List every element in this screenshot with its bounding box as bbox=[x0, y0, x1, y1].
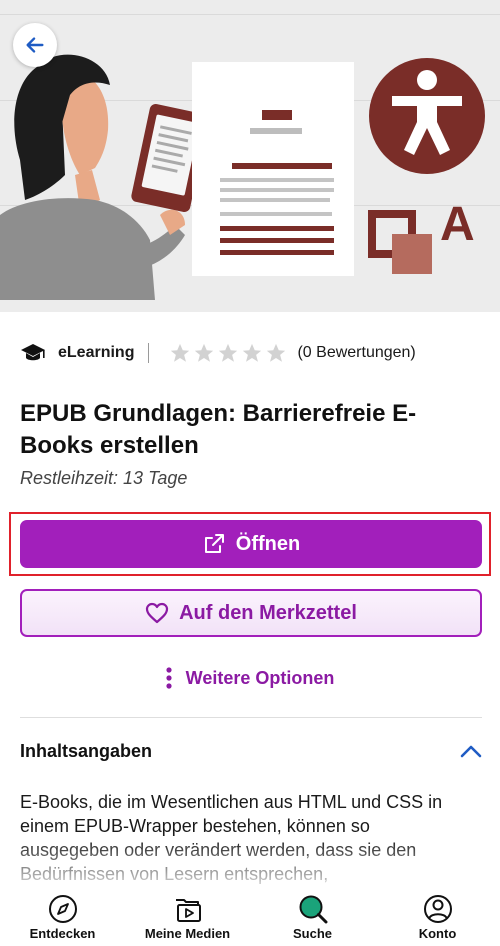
media-meta-row: eLearning (0 Bewertungen) bbox=[20, 338, 416, 368]
heart-icon bbox=[145, 602, 169, 624]
nav-label: Konto bbox=[418, 926, 457, 941]
wishlist-button-label: Auf den Merkzettel bbox=[179, 601, 357, 624]
nav-label: Meine Medien bbox=[144, 926, 231, 941]
nav-label: Suche bbox=[292, 926, 332, 941]
chevron-up-icon bbox=[460, 745, 482, 758]
loan-time: Restleihzeit: 13 Tage bbox=[20, 468, 188, 488]
bottom-navigation: Entdecken Meine Medien Suche Konto bbox=[0, 888, 500, 946]
media-icon bbox=[175, 899, 201, 922]
vertical-dots-icon bbox=[166, 667, 172, 689]
open-button[interactable]: Öffnen bbox=[20, 520, 482, 568]
back-button[interactable] bbox=[13, 23, 57, 67]
section-divider bbox=[20, 717, 482, 718]
star-icon bbox=[267, 343, 286, 362]
description-fade bbox=[0, 838, 500, 894]
star-icon bbox=[195, 343, 214, 362]
rating-stars bbox=[169, 342, 287, 364]
arrow-left-icon bbox=[26, 37, 44, 53]
compass-icon bbox=[48, 895, 77, 923]
star-icon bbox=[243, 343, 262, 362]
external-link-icon bbox=[204, 534, 224, 553]
media-title: EPUB Grundlagen: Barrierefreie E-Books e… bbox=[20, 400, 417, 459]
wishlist-button[interactable]: Auf den Merkzettel bbox=[20, 589, 482, 637]
more-options-label: Weitere Optionen bbox=[185, 667, 335, 688]
media-type-label: eLearning bbox=[58, 344, 135, 361]
hero-image: A bbox=[0, 0, 500, 312]
open-button-label: Öffnen bbox=[235, 532, 301, 555]
nav-item-konto[interactable]: Konto bbox=[375, 888, 500, 946]
svg-text:A: A bbox=[440, 198, 475, 251]
more-options-button[interactable]: Weitere Optionen bbox=[0, 664, 500, 692]
graduation-cap-icon bbox=[21, 344, 45, 361]
nav-item-suche[interactable]: Suche bbox=[250, 888, 375, 946]
search-icon bbox=[299, 895, 327, 924]
hero-illustration: A bbox=[0, 54, 485, 300]
section-title: Inhaltsangaben bbox=[20, 740, 153, 761]
star-icon bbox=[219, 343, 238, 362]
nav-label: Entdecken bbox=[29, 926, 96, 941]
account-icon bbox=[423, 895, 452, 923]
star-icon bbox=[171, 343, 190, 362]
nav-item-meine-medien[interactable]: Meine Medien bbox=[125, 888, 250, 946]
nav-item-entdecken[interactable]: Entdecken bbox=[0, 888, 125, 946]
section-toggle[interactable]: Inhaltsangaben bbox=[20, 738, 482, 764]
rating-count[interactable]: (0 Bewertungen) bbox=[297, 344, 415, 362]
meta-separator bbox=[148, 343, 150, 363]
